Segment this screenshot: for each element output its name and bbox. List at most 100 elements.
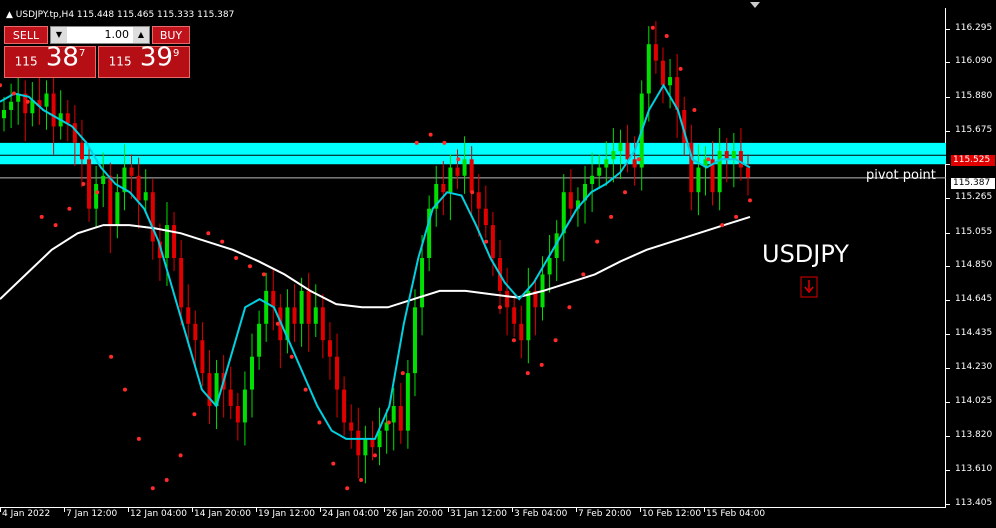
candle-body [696, 167, 701, 193]
sar-dot [39, 214, 44, 219]
candle-body [327, 340, 332, 357]
candle-body [136, 175, 141, 201]
chart-window: ▲ USDJPY.tp,H4 115.448 115.465 115.333 1… [0, 0, 996, 528]
sar-dot [386, 420, 391, 425]
candle-body [235, 406, 240, 423]
candle-body [405, 373, 410, 431]
sar-dot [136, 436, 141, 441]
candle-body [441, 183, 446, 193]
sar-dot [720, 223, 725, 228]
candle-body [519, 323, 524, 341]
time-axis-tick [256, 508, 257, 512]
candle-body [526, 290, 531, 341]
sar-dot [0, 83, 2, 88]
buy-quote[interactable]: 115 399 [98, 43, 190, 78]
candle-body [101, 175, 106, 184]
candle-body [590, 175, 595, 184]
price-axis-label: 114.025 [955, 395, 993, 406]
sar-dot [456, 157, 461, 162]
sar-dot [734, 214, 739, 219]
sar-dot [178, 453, 183, 458]
candle-body [660, 60, 665, 86]
price-axis-label: 114.435 [955, 328, 993, 339]
sar-dot [192, 412, 197, 417]
chart-shift-icon[interactable] [748, 0, 762, 10]
symbol-ohlc-text: USDJPY.tp,H4 115.448 115.465 115.333 115… [15, 10, 235, 20]
time-axis-label: 7 Feb 20:00 [578, 509, 632, 519]
price-axis-tick [946, 232, 950, 234]
sar-dot [609, 214, 614, 219]
time-axis-tick [192, 508, 193, 512]
price-axis-label: 114.230 [955, 362, 993, 373]
candle-body [391, 406, 396, 423]
sar-dot [11, 91, 16, 96]
sar-dot [539, 362, 544, 367]
price-axis-label: 116.090 [955, 56, 993, 67]
price-axis-tick [946, 334, 950, 336]
slow-moving-average [0, 215, 751, 309]
candle-body [264, 290, 269, 324]
sar-dot [67, 206, 72, 211]
sar-dot [220, 239, 225, 244]
sar-dot [470, 190, 475, 195]
sar-dot [400, 371, 405, 376]
candle-body [370, 438, 375, 448]
sar-dot [359, 478, 364, 482]
candle-body [51, 93, 56, 127]
sar-dot [25, 99, 30, 104]
buy-quote-prefix: 115 [108, 55, 132, 69]
sar-dot [623, 190, 627, 195]
time-axis-tick [64, 508, 65, 512]
sar-dot [511, 338, 516, 343]
one-click-trading-panel: SELL ▼ 1.00 ▲ BUY 115 387 115 399 [4, 26, 190, 80]
candle-body [271, 290, 276, 308]
candle-body [668, 77, 673, 86]
sar-dot [748, 198, 752, 203]
sell-quote[interactable]: 115 387 [4, 43, 96, 78]
time-axis-tick [576, 508, 577, 512]
price-axis-label: 115.055 [955, 226, 993, 237]
buy-quote-main: 39 [139, 43, 173, 73]
candle-body [335, 356, 340, 390]
candle-body [108, 175, 113, 226]
candle-body [625, 142, 630, 160]
candle-body [476, 192, 481, 209]
price-axis-label: 115.265 [955, 191, 993, 202]
time-axis-label: 19 Jan 12:00 [258, 509, 315, 519]
time-axis-tick [640, 508, 641, 512]
time-axis-label: 14 Jan 20:00 [194, 509, 251, 519]
sar-dot [95, 190, 100, 195]
candle-body [186, 307, 191, 324]
time-axis-tick [320, 508, 321, 512]
sar-dot [289, 354, 294, 359]
collapse-arrow-icon[interactable]: ▲ [6, 10, 13, 20]
time-axis-label: 10 Feb 12:00 [642, 509, 702, 519]
sar-dot [650, 25, 655, 30]
candle-body [512, 307, 517, 324]
candle-body [200, 340, 205, 374]
candle-body [731, 151, 736, 160]
time-axis-tick [704, 508, 705, 512]
candle-body [143, 192, 148, 201]
sar-dot [164, 478, 169, 482]
candle-body [356, 430, 361, 456]
candle-body [313, 307, 318, 324]
sar-dot [636, 157, 641, 162]
candle-body [129, 167, 134, 176]
candle-body [306, 290, 311, 324]
candle-body [717, 151, 722, 193]
sar-dot [567, 305, 572, 310]
time-axis-label: 24 Jan 04:00 [322, 509, 379, 519]
candle-body [193, 323, 198, 341]
price-axis-tick [946, 435, 950, 437]
candle-body [179, 258, 184, 308]
candle-body [646, 44, 651, 94]
candle-body [746, 167, 750, 178]
sar-dot [53, 223, 58, 228]
price-axis-label: 116.295 [955, 22, 993, 33]
time-axis-tick [448, 508, 449, 512]
candle-body [94, 183, 99, 209]
price-axis-tick [946, 164, 950, 166]
candle-body [2, 109, 6, 119]
candle-body [738, 151, 743, 168]
